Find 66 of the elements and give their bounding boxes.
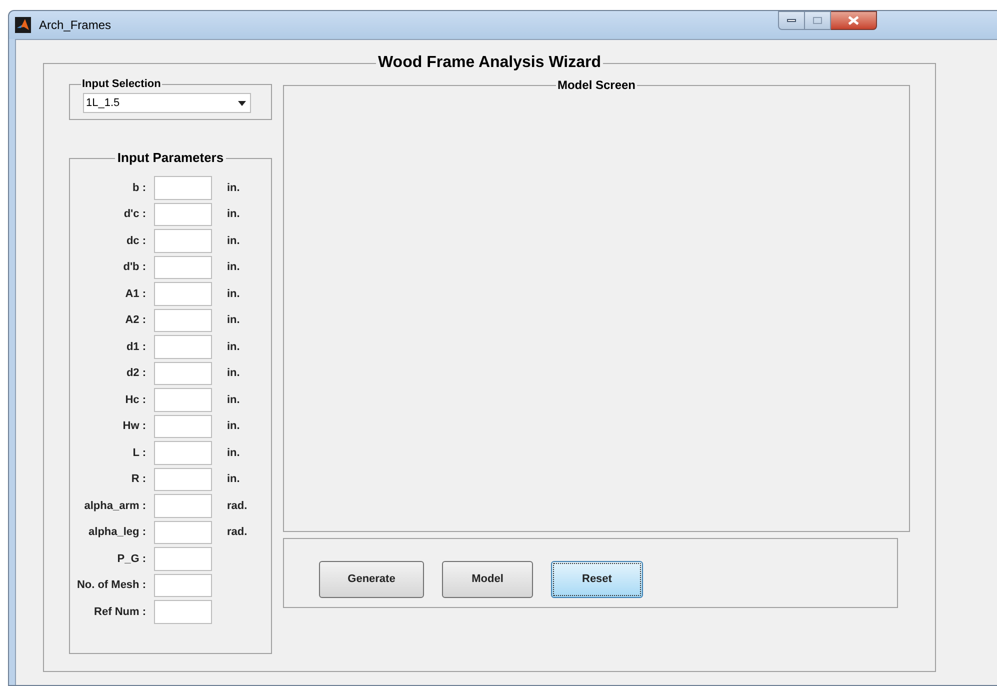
close-icon — [848, 16, 860, 25]
input-parameters-title: Input Parameters — [116, 150, 225, 166]
close-button[interactable] — [831, 11, 878, 30]
parameter-label: A1 : — [124, 286, 146, 302]
maximize-icon — [813, 17, 822, 24]
parameter-label: L : — [132, 446, 146, 460]
parameter-input[interactable] — [154, 494, 212, 518]
unit-label: in. — [227, 286, 240, 302]
unit-label: in. — [227, 472, 240, 487]
parameter-input[interactable] — [154, 362, 212, 385]
parameter-label: d'b : — [122, 260, 146, 275]
unit-label: rad. — [227, 498, 248, 514]
parameter-label: No. of Mesh : — [76, 578, 146, 593]
parameter-label: b : — [132, 180, 146, 196]
window-title: Arch_Frames — [39, 17, 112, 34]
unit-label: in. — [227, 234, 240, 248]
parameter-input[interactable] — [154, 176, 212, 200]
unit-label: in. — [227, 180, 240, 196]
action-button[interactable]: Model — [442, 561, 533, 598]
unit-label: in. — [227, 260, 240, 275]
parameter-input[interactable] — [154, 574, 212, 597]
input-selection-title: Input Selection — [81, 78, 162, 90]
dropdown-value: 1L_1.5 — [86, 96, 120, 111]
unit-label: rad. — [227, 525, 248, 540]
parameter-input[interactable] — [154, 520, 212, 544]
parameter-label: A2 : — [124, 313, 146, 328]
parameter-input[interactable] — [154, 202, 212, 226]
parameter-label: R : — [130, 472, 146, 487]
parameter-label: dc : — [125, 234, 146, 248]
unit-label: in. — [227, 340, 240, 354]
parameter-label: Hc : — [124, 392, 146, 408]
parameter-input[interactable] — [154, 468, 212, 491]
parameter-input[interactable] — [154, 282, 212, 306]
parameter-label: Hw : — [122, 419, 146, 434]
parameter-input[interactable] — [154, 388, 212, 412]
unit-label: in. — [227, 419, 240, 434]
parameter-label: d1 : — [125, 340, 146, 354]
parameter-input[interactable] — [154, 335, 212, 358]
parameter-label: Ref Num : — [93, 604, 146, 620]
dropdown-caret-icon — [238, 100, 246, 106]
unit-label: in. — [227, 313, 240, 328]
parameter-label: d2 : — [125, 366, 146, 381]
unit-label: in. — [227, 366, 240, 381]
parameter-label: alpha_arm : — [83, 498, 146, 514]
app-logo-icon — [15, 17, 31, 33]
action-button[interactable]: Reset — [551, 561, 643, 598]
action-button[interactable]: Generate — [319, 561, 424, 598]
parameter-input[interactable] — [154, 547, 212, 570]
parameter-label: P_G : — [116, 552, 146, 566]
maximize-button[interactable] — [805, 11, 832, 30]
wizard-title: Wood Frame Analysis Wizard — [376, 54, 602, 72]
minimize-button[interactable] — [778, 11, 806, 30]
parameter-input[interactable] — [154, 441, 212, 464]
parameter-label: alpha_leg : — [88, 525, 146, 540]
unit-label: in. — [227, 446, 240, 460]
unit-label: in. — [227, 207, 240, 222]
parameter-input[interactable] — [154, 414, 212, 438]
parameter-label: d'c : — [122, 207, 146, 222]
parameter-input[interactable] — [154, 308, 212, 332]
input-selection-dropdown[interactable]: 1L_1.5 — [83, 93, 251, 113]
minimize-icon — [787, 19, 796, 22]
parameter-input[interactable] — [154, 256, 212, 279]
parameter-input[interactable] — [154, 229, 212, 252]
model-screen-title: Model Screen — [556, 78, 637, 92]
unit-label: in. — [227, 392, 240, 408]
parameter-input[interactable] — [154, 600, 212, 624]
